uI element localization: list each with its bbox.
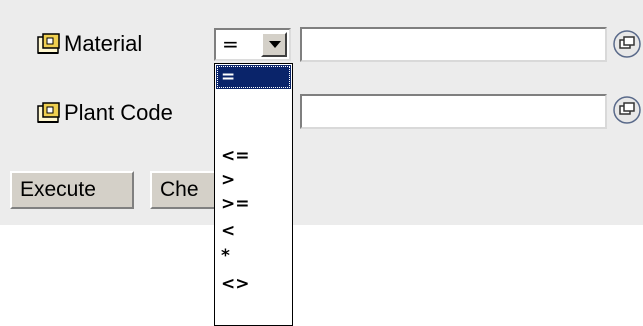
- execute-button[interactable]: Execute: [10, 171, 134, 209]
- operator-option[interactable]: =: [216, 65, 291, 89]
- operator-option[interactable]: [216, 89, 291, 113]
- info-book-icon: [34, 31, 62, 57]
- selection-panel: Material = Plant Code Execute Che: [0, 0, 643, 225]
- operator-option[interactable]: >=: [216, 192, 291, 216]
- check-button[interactable]: Che: [150, 171, 220, 209]
- value-help-icon[interactable]: [612, 95, 642, 125]
- operator-option[interactable]: [216, 119, 291, 143]
- material-operator-select[interactable]: =: [214, 28, 291, 61]
- operator-dropdown-list[interactable]: = <= > >= < * <>: [214, 63, 293, 326]
- operator-option[interactable]: >: [216, 168, 291, 192]
- material-input[interactable]: [300, 27, 607, 62]
- value-help-icon[interactable]: [612, 29, 642, 59]
- plant-code-label-row: Plant Code: [34, 97, 173, 129]
- material-label-row: Material: [34, 28, 142, 60]
- operator-option[interactable]: <: [216, 219, 291, 243]
- chevron-down-icon[interactable]: [261, 32, 287, 57]
- plant-code-label: Plant Code: [64, 100, 173, 125]
- operator-option[interactable]: *: [216, 244, 291, 268]
- operator-value: =: [222, 32, 239, 56]
- operator-option[interactable]: <>: [216, 272, 291, 296]
- operator-option[interactable]: <=: [216, 144, 291, 168]
- plant-code-input[interactable]: [300, 94, 607, 129]
- material-label: Material: [64, 31, 143, 56]
- info-book-icon: [34, 100, 62, 126]
